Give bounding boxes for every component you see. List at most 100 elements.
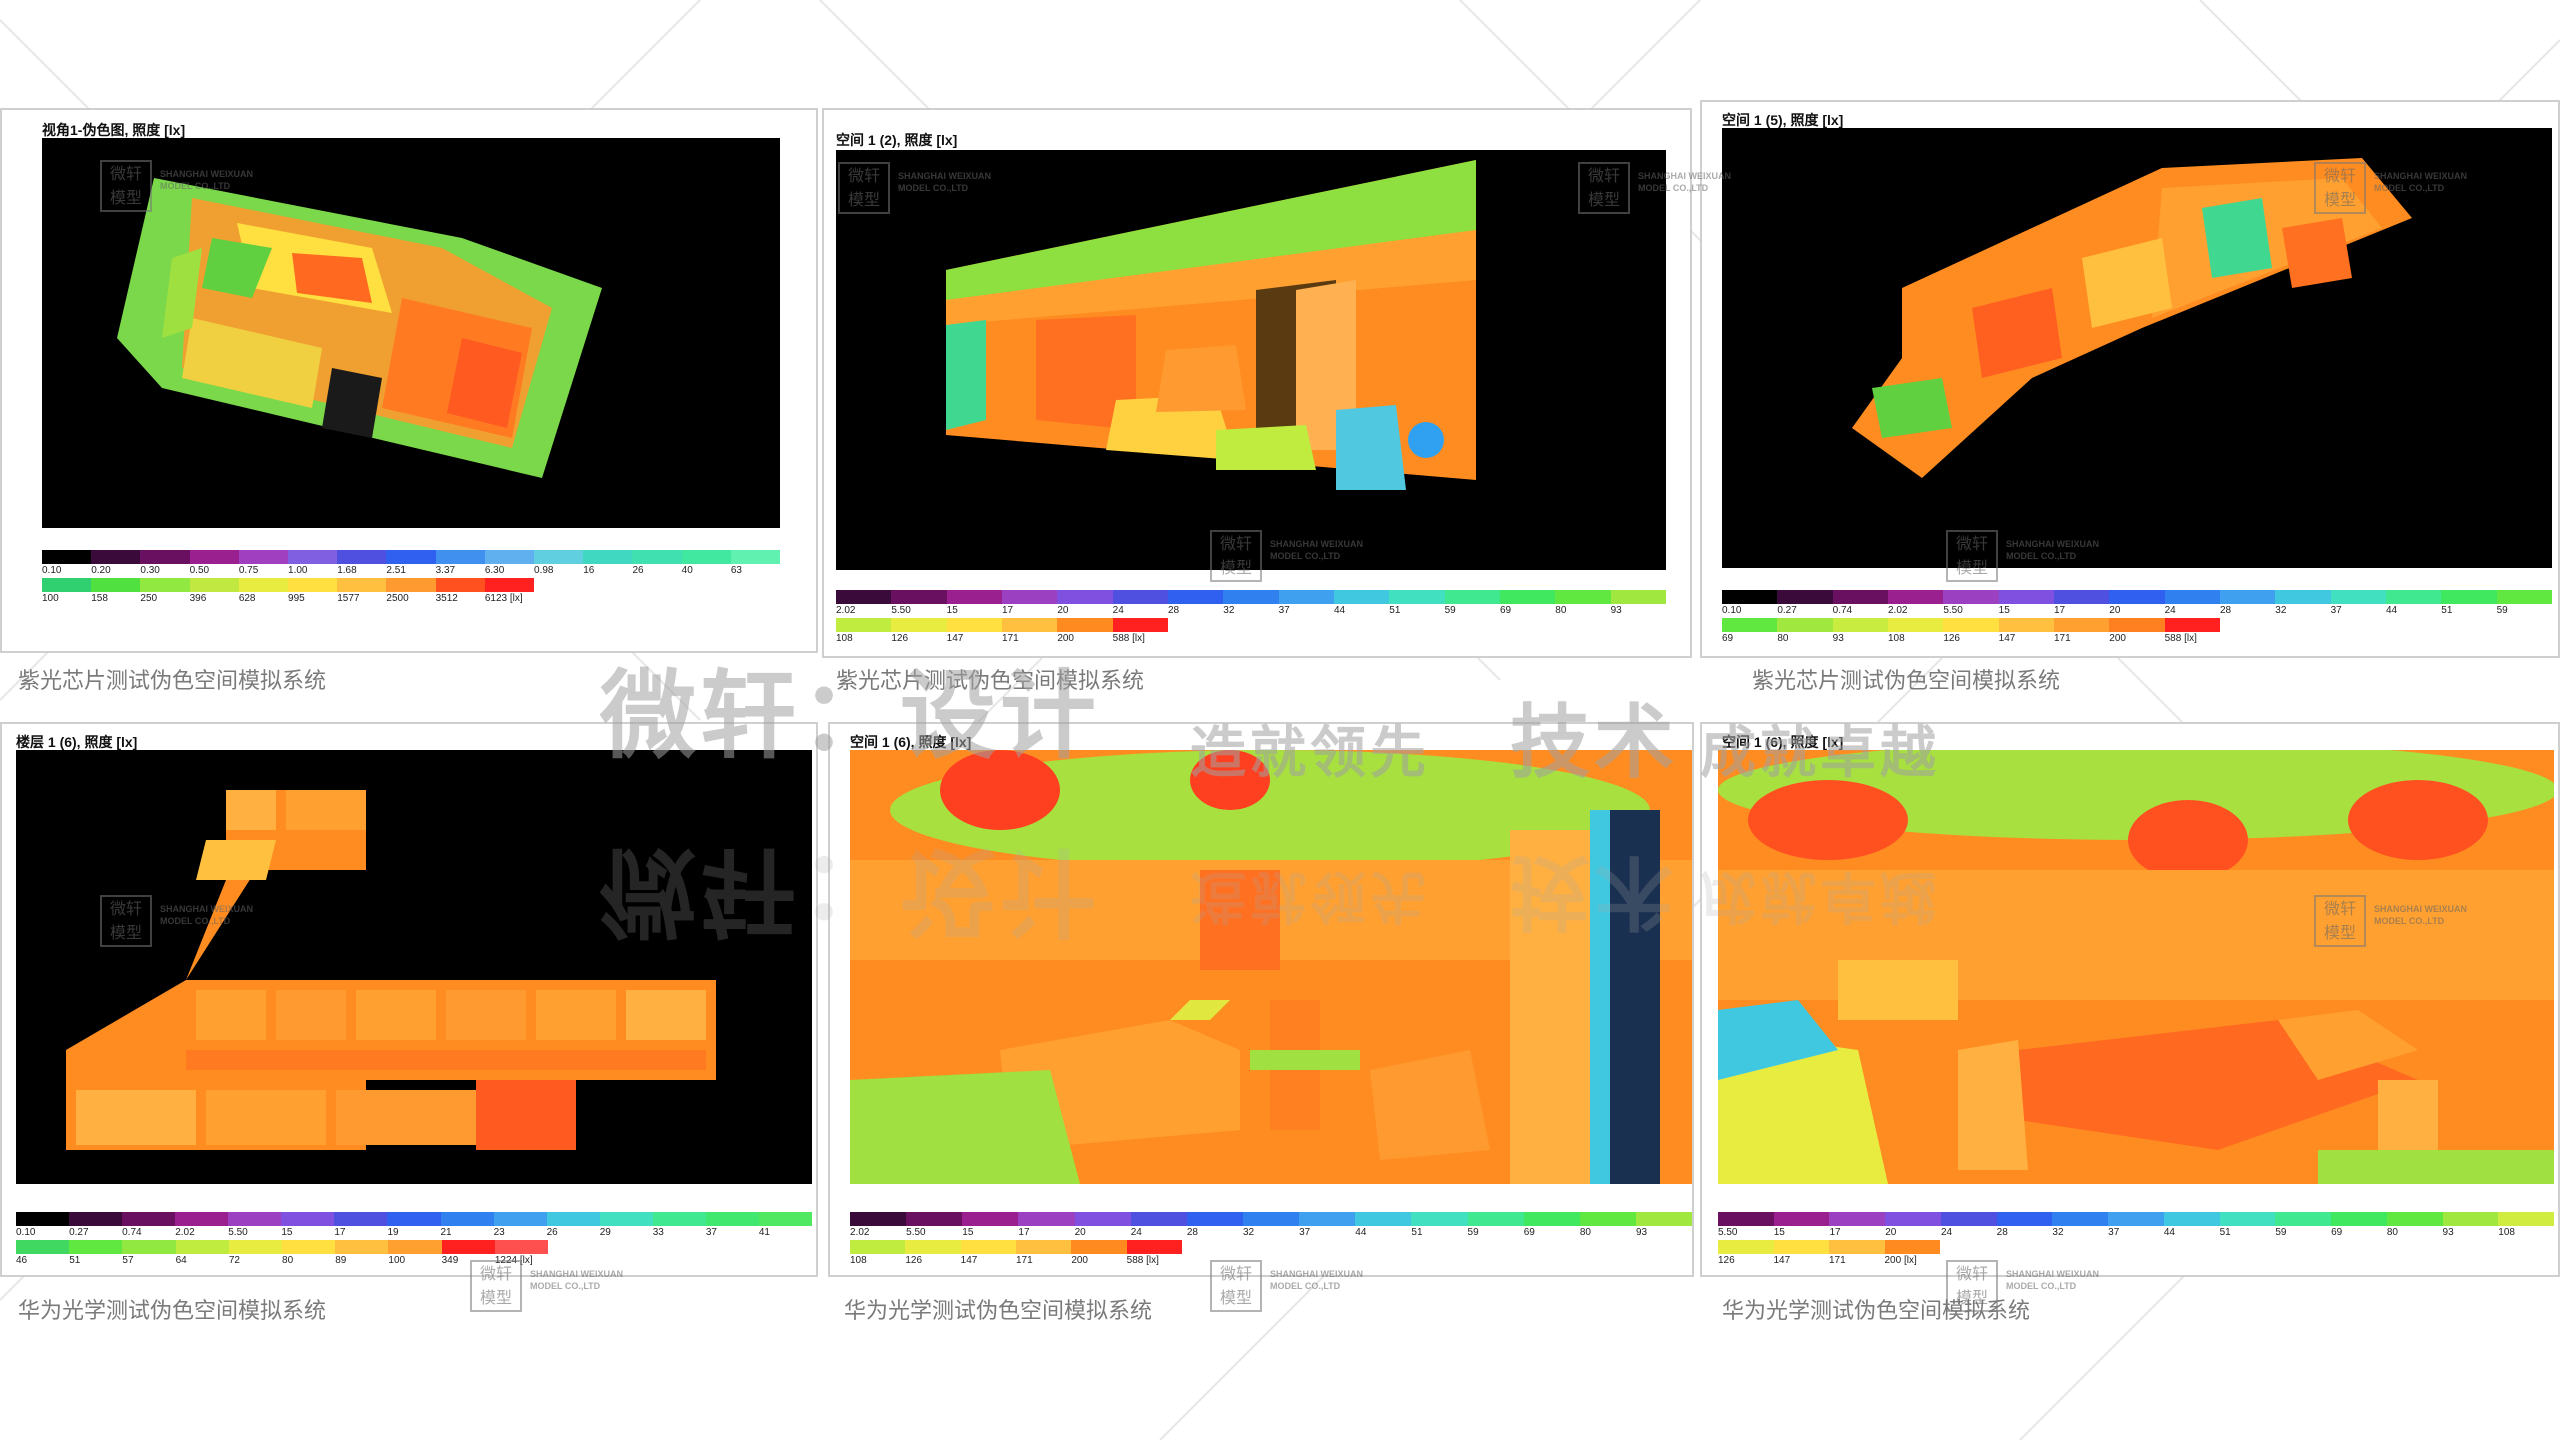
tick: 72 xyxy=(228,1255,240,1266)
watermark-line-2: MODEL CO.,LTD xyxy=(898,183,969,193)
tick: 588 [lx] xyxy=(1112,633,1145,644)
tick: 23 xyxy=(493,1227,505,1238)
panel-title: 楼层 1 (6), 照度 [lx] xyxy=(16,734,138,750)
watermark-logo: 微轩 模型 xyxy=(2314,895,2366,947)
legend-ticks-row1: 0.10 0.27 0.74 2.02 5.50 15 17 20 24 28 32 37 44 51 59 xyxy=(1722,604,2552,618)
tick: 0.20 xyxy=(91,565,111,576)
watermark-line-2: MODEL CO.,LTD xyxy=(2374,183,2445,193)
watermark-company: SHANGHAI WEIXUAN MODEL CO.,LTD xyxy=(1270,1268,1363,1292)
tick: 89 xyxy=(335,1255,347,1266)
tick: 69 xyxy=(1499,605,1512,616)
watermark-line-1: SHANGHAI WEIXUAN xyxy=(2374,904,2468,914)
watermark-reflection-1: 微轩：设计 xyxy=(600,835,1100,947)
tick: 200 xyxy=(1071,1255,1088,1266)
tick: 40 xyxy=(681,565,693,576)
watermark-badge: 微轩 模型 SHANGHAI WEIXUAN MODEL CO.,LTD xyxy=(100,160,275,212)
tick: 126 xyxy=(1718,1255,1735,1266)
watermark-line-2: MODEL CO.,LTD xyxy=(2006,1281,2077,1291)
watermark-logo: 微轩 模型 xyxy=(1210,530,1262,582)
tick: 1.68 xyxy=(337,565,357,576)
tick: 24 xyxy=(1940,1227,1953,1238)
tick: 80 xyxy=(1555,605,1567,616)
watermark-line-1: SHANGHAI WEIXUAN xyxy=(898,171,992,181)
tick: 93 xyxy=(1635,1227,1648,1238)
tick: 26 xyxy=(546,1227,558,1238)
watermark-main-text-4: 成就卓越 xyxy=(1700,721,1940,786)
tick: 628 xyxy=(238,593,256,604)
tick: 108 xyxy=(1887,633,1905,644)
tick: 24 xyxy=(2164,605,2176,616)
tick: 0.27 xyxy=(69,1227,89,1238)
tick: 51 xyxy=(2219,1227,2231,1238)
tick: 93 xyxy=(1610,605,1622,616)
tick: 100 xyxy=(388,1255,406,1266)
tick: 37 xyxy=(2330,605,2342,616)
watermark-badge: 微轩 模型 SHANGHAI WEIXUAN MODEL CO.,LTD xyxy=(1210,1260,1385,1312)
tick: 80 xyxy=(1579,1227,1591,1238)
tick: 93 xyxy=(2442,1227,2454,1238)
tick: 28 xyxy=(1167,605,1180,616)
panel-caption-5: 华为光学测试伪色空间模拟系统 xyxy=(844,1298,1153,1323)
tick: 15 xyxy=(962,1227,974,1238)
legend-color-bar-2 xyxy=(850,1240,1182,1254)
tick: 51 xyxy=(2441,605,2453,616)
tick: 2.02 xyxy=(1887,605,1908,616)
watermark-company: SHANGHAI WEIXUAN MODEL CO.,LTD xyxy=(530,1268,623,1292)
watermark-badge: 微轩 模型 SHANGHAI WEIXUAN MODEL CO.,LTD xyxy=(1946,530,2121,582)
tick: 5.50 xyxy=(228,1227,248,1238)
watermark-badge: 微轩 模型 SHANGHAI WEIXUAN MODEL CO.,LTD xyxy=(1946,1260,2121,1312)
tick: 59 xyxy=(2275,1227,2287,1238)
tick: 5.50 xyxy=(1943,605,1963,616)
tick: 171 xyxy=(1015,1255,1033,1266)
tick: 28 xyxy=(1996,1227,2008,1238)
watermark-line-1: SHANGHAI WEIXUAN xyxy=(1270,1269,1364,1279)
tick: 63 xyxy=(730,565,742,576)
tick: 41 xyxy=(758,1227,770,1238)
panel-caption-4: 华为光学测试伪色空间模拟系统 xyxy=(18,1298,327,1323)
tick: 171 xyxy=(2053,633,2071,644)
watermark-logo: 微轩 模型 xyxy=(2314,162,2366,214)
tick: 588 [lx] xyxy=(1126,1255,1159,1266)
tick: 5.50 xyxy=(1718,1227,1738,1238)
tick: 32 xyxy=(2275,605,2287,616)
tick: 126 xyxy=(1943,633,1960,644)
legend-color-bar-2 xyxy=(16,1240,549,1254)
watermark-line-1: SHANGHAI WEIXUAN xyxy=(530,1269,624,1279)
watermark-badge: 微轩 模型 SHANGHAI WEIXUAN MODEL CO.,LTD xyxy=(1578,162,1753,214)
tick: 108 xyxy=(2498,1227,2515,1238)
watermark-main-text-3: 技术 xyxy=(1510,696,1678,789)
legend-ticks-row2: 126 147 171 200 [lx] xyxy=(1718,1254,1940,1268)
watermark-badge: 微轩 模型 SHANGHAI WEIXUAN MODEL CO.,LTD xyxy=(100,895,275,947)
legend-color-bar xyxy=(42,550,781,564)
tick: 0.10 xyxy=(16,1227,36,1238)
tick: 16 xyxy=(583,565,595,576)
tick: 26 xyxy=(632,565,644,576)
watermark-line-1: SHANGHAI WEIXUAN xyxy=(2374,171,2468,181)
tick: 0.75 xyxy=(238,565,259,576)
tick: 2.02 xyxy=(175,1227,195,1238)
watermark-line-2: MODEL CO.,LTD xyxy=(2006,551,2077,561)
tick: 0.98 xyxy=(534,565,554,576)
tick: 69 xyxy=(1722,633,1734,644)
tick: 147 xyxy=(1998,633,2016,644)
watermark-company: SHANGHAI WEIXUAN MODEL CO.,LTD xyxy=(2006,1268,2099,1292)
tick: 5.50 xyxy=(906,1227,926,1238)
tick: 57 xyxy=(122,1255,134,1266)
watermark-line-2: MODEL CO.,LTD xyxy=(2374,916,2445,926)
tick: 200 xyxy=(2109,633,2126,644)
tick: 2.02 xyxy=(850,1227,870,1238)
tick: 46 xyxy=(16,1255,28,1266)
watermark-company: SHANGHAI WEIXUAN MODEL CO.,LTD xyxy=(1270,538,1363,562)
tick: 59 xyxy=(1444,605,1456,616)
watermark-badge: 微轩 模型 SHANGHAI WEIXUAN MODEL CO.,LTD xyxy=(838,162,1013,214)
tick: 21 xyxy=(440,1227,452,1238)
watermark-logo: 微轩 模型 xyxy=(838,162,890,214)
watermark-logo: 微轩 模型 xyxy=(1946,1260,1998,1312)
watermark-reflection-4: 成就卓越 xyxy=(1700,863,1940,928)
tick: 15 xyxy=(1773,1227,1785,1238)
tick: 3512 xyxy=(435,593,458,604)
tick: 1.00 xyxy=(288,565,308,576)
watermark-line-2: MODEL CO.,LTD xyxy=(1270,551,1341,561)
tick: 2.02 xyxy=(836,605,856,616)
tick: 32 xyxy=(1223,605,1235,616)
